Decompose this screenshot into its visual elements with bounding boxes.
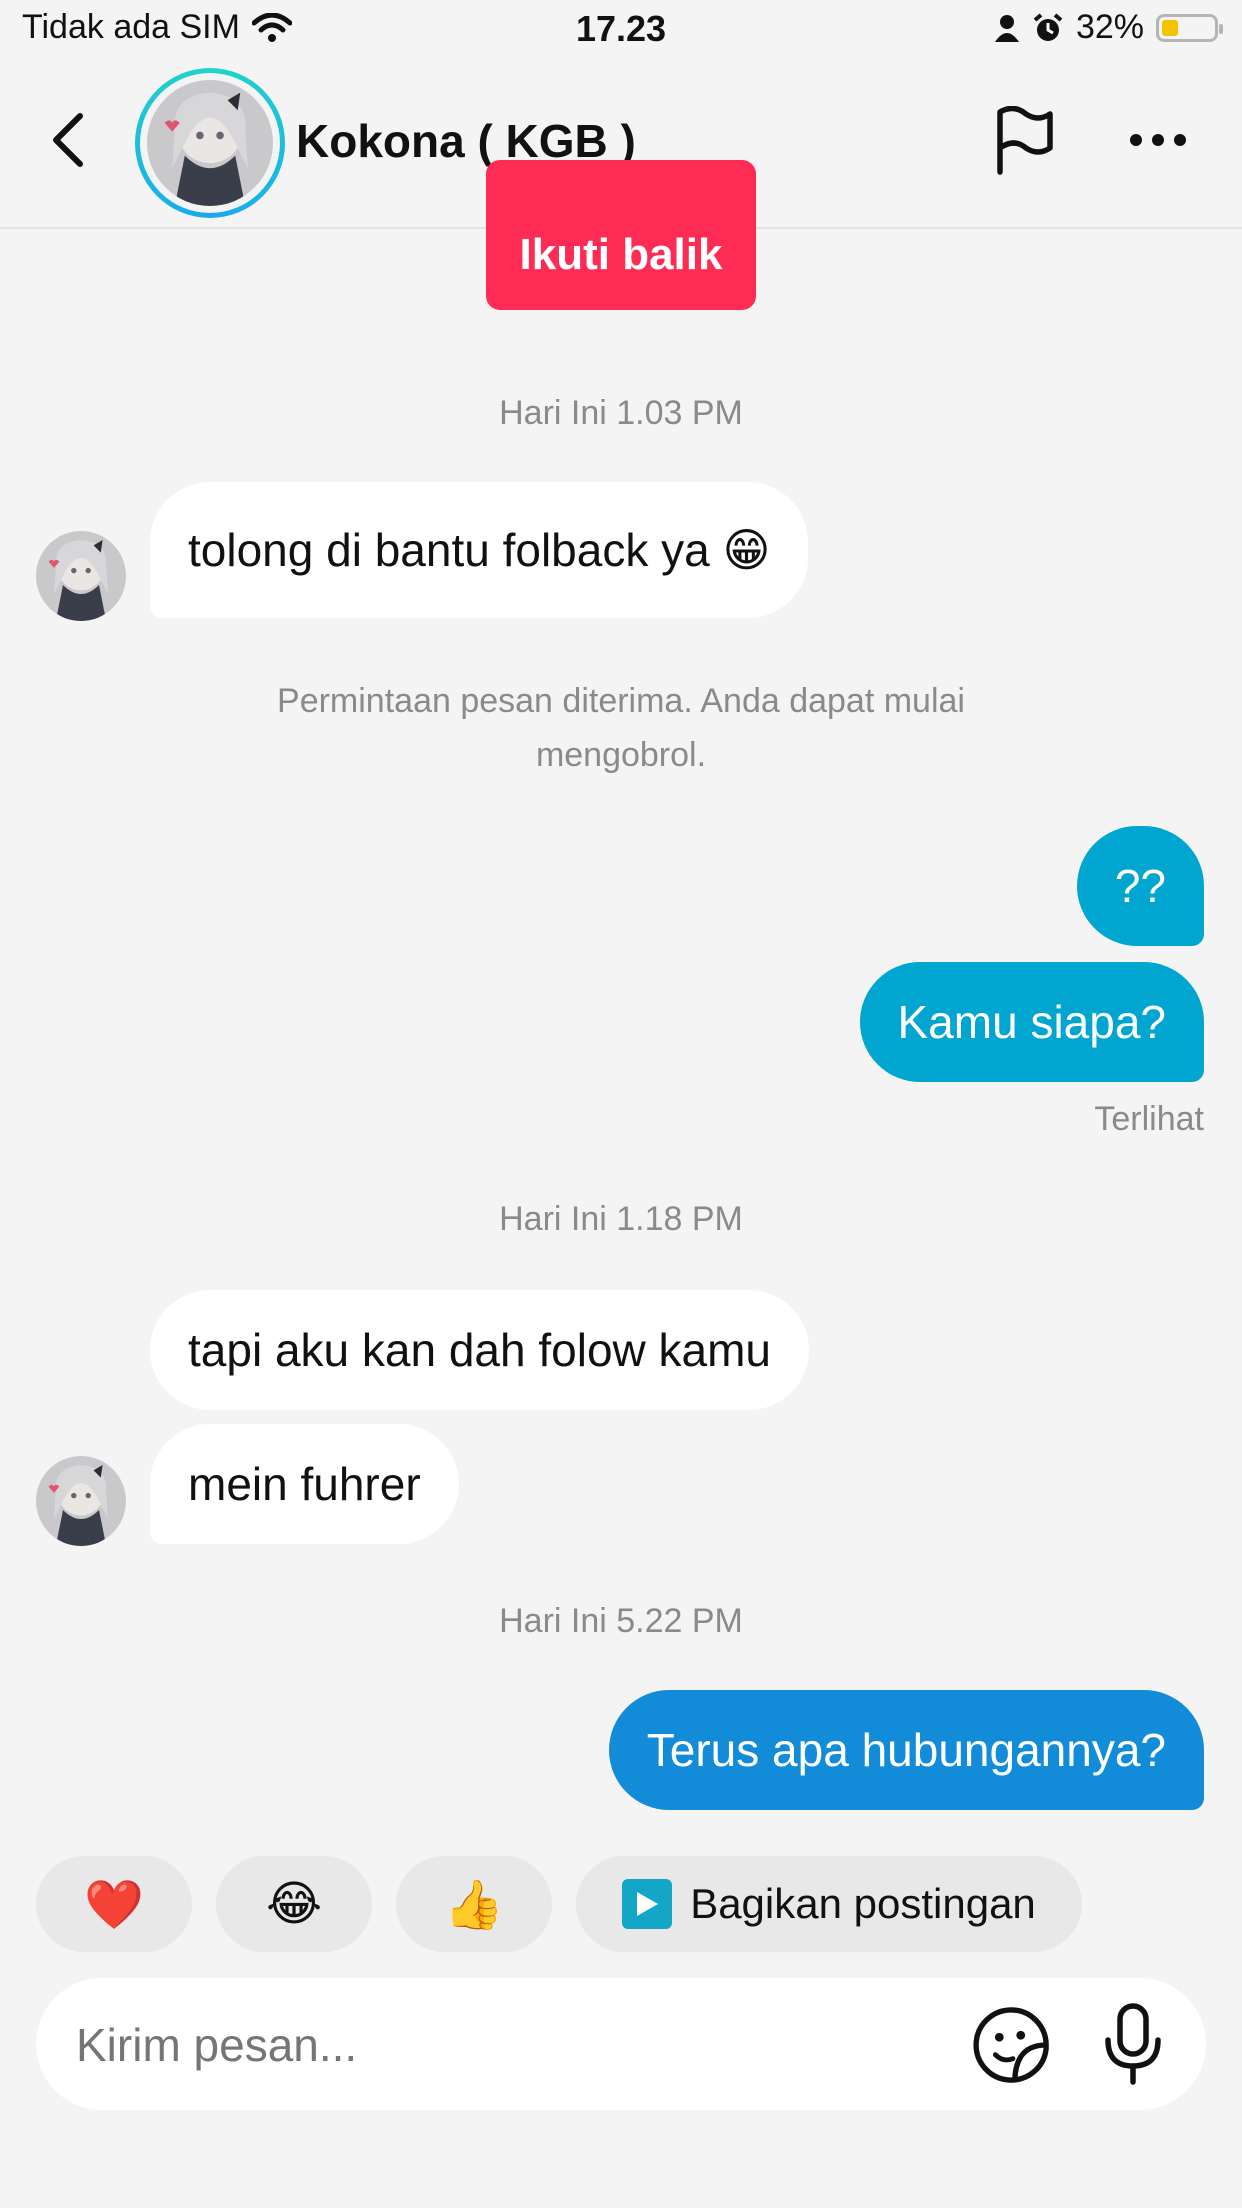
play-icon bbox=[622, 1879, 673, 1929]
avatar-image bbox=[147, 80, 273, 206]
timestamp: Hari Ini 1.18 PM bbox=[499, 1200, 743, 1238]
message-incoming[interactable]: tolong di bantu folback ya 😁 bbox=[150, 482, 809, 618]
timestamp: Hari Ini 5.22 PM bbox=[499, 1602, 743, 1640]
back-arrow-icon[interactable] bbox=[42, 110, 92, 170]
message-input[interactable] bbox=[76, 2018, 936, 2072]
share-post-label: Bagikan postingan bbox=[690, 1880, 1036, 1927]
flag-icon[interactable] bbox=[994, 106, 1054, 176]
battery-fill bbox=[1162, 19, 1178, 36]
timestamp: Hari Ini 1.03 PM bbox=[499, 394, 743, 432]
sender-avatar[interactable] bbox=[36, 1456, 126, 1546]
follow-back-button[interactable]: Ikuti balik bbox=[486, 160, 756, 310]
status-right: 32% bbox=[994, 8, 1223, 47]
microphone-icon[interactable] bbox=[1102, 2002, 1164, 2086]
quick-reply-heart[interactable]: ❤️ bbox=[36, 1856, 192, 1952]
message-input-bar bbox=[36, 1978, 1206, 2110]
sticker-icon[interactable] bbox=[972, 2006, 1050, 2084]
avatar[interactable] bbox=[135, 68, 285, 218]
alarm-icon bbox=[1033, 12, 1063, 41]
status-bar: Tidak ada SIM 17.23 32% bbox=[0, 0, 1242, 62]
person-icon bbox=[994, 14, 1019, 42]
share-post-button[interactable]: Bagikan postingan bbox=[576, 1856, 1082, 1952]
battery-icon bbox=[1156, 13, 1223, 42]
message-outgoing[interactable]: Terus apa hubungannya? bbox=[608, 1690, 1204, 1810]
message-outgoing[interactable]: ?? bbox=[1076, 826, 1204, 946]
message-outgoing[interactable]: Kamu siapa? bbox=[859, 962, 1204, 1082]
message-incoming[interactable]: tapi aku kan dah folow kamu bbox=[150, 1290, 810, 1410]
sender-avatar[interactable] bbox=[36, 531, 126, 621]
more-icon[interactable] bbox=[1128, 132, 1188, 148]
seen-status: Terlihat bbox=[1094, 1100, 1204, 1138]
battery-percent: 32% bbox=[1075, 8, 1144, 46]
message-incoming[interactable]: mein fuhrer bbox=[150, 1424, 459, 1544]
system-message: Permintaan pesan diterima. Anda dapat mu… bbox=[277, 682, 965, 774]
quick-reply-thumbs-up[interactable]: 👍 bbox=[396, 1856, 552, 1952]
quick-reply-laugh[interactable]: 😂 bbox=[216, 1856, 372, 1952]
